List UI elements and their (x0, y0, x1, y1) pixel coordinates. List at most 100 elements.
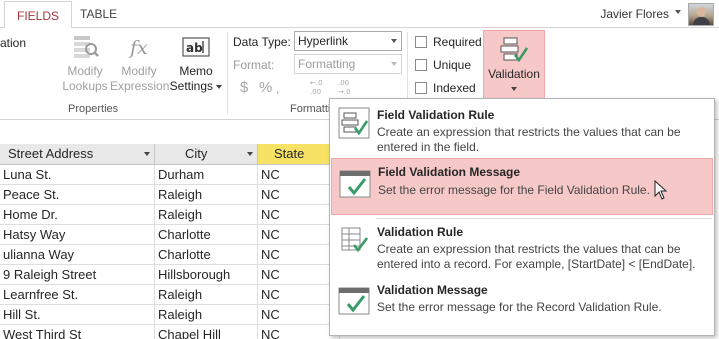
comma-style-icon[interactable]: , (276, 83, 290, 95)
modify-expression-label-1: Modify (121, 64, 157, 78)
modify-lookups-button[interactable]: Modify Lookups (60, 32, 110, 94)
required-checkbox[interactable]: Required (415, 35, 485, 51)
modify-lookups-icon (74, 36, 99, 58)
memo-settings-button[interactable]: ab Memo Settings (168, 32, 224, 94)
street-address-cell[interactable]: Peace St. (0, 185, 155, 205)
menu-item-title: Validation Rule (377, 225, 464, 239)
cut-off-label: ation (0, 36, 27, 50)
svg-text:,: , (276, 83, 280, 95)
format-value: Formatting (298, 57, 356, 71)
menu-item-title: Field Validation Message (378, 165, 521, 179)
memo-settings-caret-icon (216, 84, 223, 89)
increase-decimals-icon[interactable]: ←.0 .00 (310, 78, 332, 96)
state-cell[interactable]: NC (258, 265, 340, 285)
validation-icon (500, 37, 529, 63)
table-row[interactable]: 9 Raleigh Street Hillsborough NC (0, 265, 340, 285)
city-cell[interactable]: Durham (155, 165, 258, 185)
table-row[interactable]: West Third St Chapel Hill NC (0, 325, 340, 339)
tab-table[interactable]: TABLE (68, 0, 129, 28)
menu-item-title: Validation Message (377, 283, 488, 297)
street-address-cell[interactable]: 9 Raleigh Street (0, 265, 155, 285)
indexed-label: Indexed (433, 81, 476, 95)
avatar[interactable] (688, 3, 714, 26)
menu-item-description: Create an expression that restricts the … (377, 242, 696, 271)
street-address-cell[interactable]: Luna St. (0, 165, 155, 185)
state-cell[interactable]: NC (258, 165, 340, 185)
function-fx-icon: fx (128, 37, 148, 59)
city-cell[interactable]: Raleigh (155, 305, 258, 325)
state-cell[interactable]: NC (258, 305, 340, 325)
menu-item-validation-rule[interactable]: Validation Rule Create an expression tha… (331, 221, 713, 279)
city-cell[interactable]: Chapel Hill (155, 325, 258, 339)
city-cell[interactable]: Hillsborough (155, 265, 258, 285)
street-address-cell[interactable]: West Third St (0, 325, 155, 339)
city-cell[interactable]: Raleigh (155, 185, 258, 205)
decrease-decimals-icon[interactable]: .00 →.0 (338, 78, 360, 96)
data-type-label: Data Type: (233, 35, 291, 49)
chevron-down-icon (391, 39, 397, 43)
table-row[interactable]: Hill St. Raleigh NC (0, 305, 340, 325)
user-name[interactable]: Javier Flores (600, 0, 669, 28)
menu-item-title: Field Validation Rule (377, 108, 495, 122)
mouse-pointer-icon (654, 180, 668, 200)
svg-text:.00: .00 (338, 79, 349, 87)
state-cell[interactable]: NC (258, 285, 340, 305)
validation-button[interactable]: Validation (483, 30, 545, 99)
column-header-state[interactable]: State (258, 144, 340, 165)
tab-fields[interactable]: FIELDS (4, 1, 73, 29)
validation-message-icon (338, 287, 370, 315)
properties-group-label: Properties (68, 103, 119, 115)
city-cell[interactable]: Charlotte (155, 225, 258, 245)
indexed-checkbox-box[interactable] (415, 82, 427, 94)
memo-settings-icon: ab (182, 37, 210, 57)
table-row[interactable]: Hatsy Way Charlotte NC (0, 225, 340, 245)
ribbon-tab-strip: FIELDS TABLE Javier Flores (0, 0, 719, 29)
required-checkbox-box[interactable] (415, 36, 427, 48)
city-cell[interactable]: Raleigh (155, 205, 258, 225)
modify-expression-button[interactable]: fx Modify Expression (110, 32, 169, 94)
street-address-cell[interactable]: Hatsy Way (0, 225, 155, 245)
currency-format-button[interactable]: $ (240, 79, 248, 96)
street-address-cell[interactable]: Hill St. (0, 305, 155, 325)
svg-text:fx: fx (128, 37, 148, 59)
column-header-city[interactable]: City (155, 144, 258, 165)
indexed-checkbox[interactable]: Indexed (415, 81, 485, 97)
table-row[interactable]: Home Dr. Raleigh NC (0, 205, 340, 225)
unique-checkbox-box[interactable] (415, 59, 427, 71)
table-row[interactable]: ulianna Way Charlotte NC (0, 245, 340, 265)
table-row[interactable]: Peace St. Raleigh NC (0, 185, 340, 205)
user-menu-caret-icon[interactable] (675, 10, 681, 14)
menu-item-field-validation-rule[interactable]: Field Validation Rule Create an expressi… (331, 101, 713, 157)
group-divider (227, 32, 228, 114)
state-cell[interactable]: NC (258, 205, 340, 225)
state-cell[interactable]: NC (258, 245, 340, 265)
table-row[interactable]: Luna St. Durham NC (0, 165, 340, 185)
memo-settings-label-1: Memo (179, 64, 213, 78)
modify-lookups-label-2: Lookups (62, 79, 108, 93)
street-address-cell[interactable]: Learnfree St. (0, 285, 155, 305)
svg-text:.00: .00 (310, 88, 321, 96)
table-row[interactable]: Learnfree St. Raleigh NC (0, 285, 340, 305)
state-cell[interactable]: NC (258, 185, 340, 205)
state-cell[interactable]: NC (258, 325, 340, 339)
state-cell[interactable]: NC (258, 225, 340, 245)
menu-item-description: Set the error message for the Record Val… (377, 300, 662, 314)
percent-format-button[interactable]: % (259, 79, 272, 96)
data-type-select[interactable]: Hyperlink (294, 31, 402, 51)
street-address-cell[interactable]: Home Dr. (0, 205, 155, 225)
street-address-cell[interactable]: ulianna Way (0, 245, 155, 265)
unique-checkbox[interactable]: Unique (415, 58, 485, 74)
format-select[interactable]: Formatting (294, 54, 402, 74)
menu-item-validation-message[interactable]: Validation Message Set the error message… (331, 279, 713, 329)
column-filter-arrow-icon[interactable] (144, 152, 150, 156)
formatting-group-label: Formatti (290, 103, 331, 115)
column-header-street-address[interactable]: Street Address (0, 144, 155, 165)
city-cell[interactable]: Raleigh (155, 285, 258, 305)
format-label: Format: (233, 58, 275, 72)
field-validation-message-icon (339, 170, 371, 198)
validation-rule-icon (341, 227, 369, 253)
column-filter-arrow-icon[interactable] (247, 152, 253, 156)
menu-item-description: Create an expression that restricts the … (377, 125, 681, 154)
menu-item-description: Set the error message for the Field Vali… (378, 183, 650, 197)
city-cell[interactable]: Charlotte (155, 245, 258, 265)
